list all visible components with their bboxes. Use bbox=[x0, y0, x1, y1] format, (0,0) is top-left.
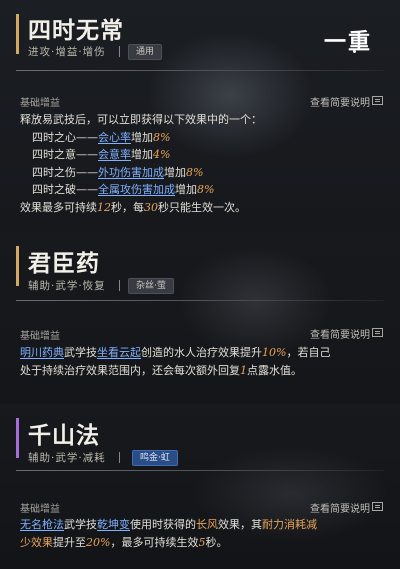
effect-mid: 增加 bbox=[164, 165, 186, 179]
effect-prefix: 四时之伤—— bbox=[32, 165, 98, 179]
header-divider bbox=[16, 70, 384, 71]
effect-highlight: 长风 bbox=[196, 518, 218, 531]
martial-art-link[interactable]: 无名枪法 bbox=[20, 518, 64, 531]
effect-prefix: 四时之心—— bbox=[32, 130, 98, 144]
brief-icon[interactable] bbox=[372, 328, 383, 337]
duration-value: 12 bbox=[97, 200, 111, 214]
desc-text: 效果，其 bbox=[218, 518, 262, 531]
title-accent-bar bbox=[16, 418, 19, 458]
effect-value: 4% bbox=[153, 148, 171, 161]
header-divider bbox=[16, 470, 384, 471]
skill-title: 千山法 bbox=[28, 422, 100, 449]
desc-text: 处于持续治疗效果范围内，还会每次额外回复 bbox=[20, 363, 240, 377]
effect-prefix: 四时之意—— bbox=[32, 148, 98, 161]
desc-text: 武学技 bbox=[64, 346, 97, 359]
skill-link[interactable]: 坐看云起 bbox=[97, 346, 141, 359]
brief-icon[interactable] bbox=[372, 502, 383, 511]
cooldown-value: 30 bbox=[144, 200, 158, 214]
skill-description: 明川药典武学技坐看云起创造的水人治疗效果提升10%，若自己 处于持续治疗效果范围… bbox=[20, 344, 330, 379]
title-accent-bar bbox=[16, 14, 19, 54]
desc-text: 效果最多可持续 bbox=[20, 200, 97, 214]
effect-value: 8% bbox=[153, 130, 171, 144]
tag-separator bbox=[119, 280, 120, 291]
effect-stat-link[interactable]: 全属攻伤害加成 bbox=[98, 183, 175, 196]
desc-line: 少效果提升至20%，最多可持续生效5秒。 bbox=[20, 534, 317, 552]
skill-card-3: 千山法 辅助·武学·减耗 鸣金·虹 基础增益 查看简要说明 无名枪法武学技乾坤变… bbox=[0, 404, 400, 569]
desc-text: 武学技 bbox=[64, 518, 97, 531]
desc-line: 处于持续治疗效果范围内，还会每次额外回复1点露水值。 bbox=[20, 362, 330, 380]
desc-text: 使用时获得的 bbox=[130, 518, 196, 531]
skill-title: 四时无常 bbox=[28, 17, 124, 44]
desc-tail: 效果最多可持续12秒，每30秒只能生效一次。 bbox=[20, 199, 262, 217]
martial-art-link[interactable]: 明川药典 bbox=[20, 346, 64, 359]
effect-item: 四时之破——全属攻伤害加成增加8% bbox=[20, 181, 262, 199]
effect-stat-link[interactable]: 外功伤害加成 bbox=[98, 166, 164, 179]
view-brief-link[interactable]: 查看简要说明 bbox=[310, 326, 370, 341]
effect-stat-link[interactable]: 会意率 bbox=[98, 148, 131, 161]
desc-text: 点露水值。 bbox=[247, 363, 302, 377]
effect-stat-link[interactable]: 会心率 bbox=[98, 131, 131, 144]
brief-icon[interactable] bbox=[372, 96, 383, 105]
tag-separator bbox=[119, 452, 120, 463]
bonus-value: 20% bbox=[86, 535, 111, 549]
desc-text: 提升至 bbox=[53, 535, 86, 549]
skill-tags: 辅助·武学·恢复 bbox=[28, 280, 106, 292]
skill-description: 释放易武技后，可以立即获得以下效果中的一个： 四时之心——会心率增加8% 四时之… bbox=[20, 111, 262, 216]
section-label: 基础增益 bbox=[20, 504, 60, 515]
desc-intro: 释放易武技后，可以立即获得以下效果中的一个： bbox=[20, 113, 262, 126]
section-label: 基础增益 bbox=[20, 98, 60, 109]
skill-level: 一重 bbox=[323, 29, 372, 55]
effect-item: 四时之伤——外功伤害加成增加8% bbox=[20, 164, 262, 182]
desc-text: 秒，每 bbox=[111, 200, 144, 214]
skill-title: 君臣药 bbox=[28, 250, 100, 277]
effect-value: 8% bbox=[197, 183, 215, 196]
level-dot bbox=[353, 50, 356, 53]
effect-mid: 增加 bbox=[131, 130, 153, 144]
skill-badge: 鸣金·虹 bbox=[132, 450, 178, 466]
skill-tags: 进攻·增益·增伤 bbox=[28, 46, 106, 58]
effect-item: 四时之心——会心率增加8% bbox=[20, 129, 262, 147]
bonus-value: 1 bbox=[240, 363, 247, 377]
header-divider bbox=[16, 300, 384, 301]
skill-description: 无名枪法武学技乾坤变使用时获得的长风效果，其耐力消耗减 少效果提升至20%，最多… bbox=[20, 516, 317, 551]
view-brief-link[interactable]: 查看简要说明 bbox=[310, 500, 370, 515]
effect-value: 8% bbox=[186, 165, 204, 179]
skill-link[interactable]: 乾坤变 bbox=[97, 518, 130, 531]
section-label: 基础增益 bbox=[20, 331, 60, 342]
skill-card-2: 君臣药 辅助·武学·恢复 杂丝·萤 基础增益 查看简要说明 明川药典武学技坐看云… bbox=[0, 232, 400, 404]
effect-mid: 增加 bbox=[175, 183, 197, 196]
effect-highlight: 少效果 bbox=[20, 535, 53, 549]
skill-tags: 辅助·武学·减耗 bbox=[28, 452, 106, 464]
desc-line: 明川药典武学技坐看云起创造的水人治疗效果提升10%，若自己 bbox=[20, 344, 330, 362]
effect-item: 四时之意——会意率增加4% bbox=[20, 146, 262, 164]
title-accent-bar bbox=[16, 246, 19, 286]
desc-text: 秒。 bbox=[205, 535, 228, 549]
desc-text: 创造的水人治疗效果提升 bbox=[141, 346, 262, 359]
view-brief-link[interactable]: 查看简要说明 bbox=[310, 94, 370, 109]
skill-card-1: 四时无常 进攻·增益·增伤 通用 一重 基础增益 查看简要说明 释放易武技后，可… bbox=[0, 0, 400, 232]
bonus-value: 10% bbox=[262, 346, 287, 359]
skill-badge: 杂丝·萤 bbox=[128, 278, 174, 294]
desc-text: ，最多可持续生效 bbox=[110, 535, 199, 549]
tag-separator bbox=[119, 46, 120, 57]
desc-text: ，若自己 bbox=[286, 346, 331, 359]
effect-highlight: 耐力消耗减 bbox=[262, 518, 317, 531]
desc-text: 秒只能生效一次。 bbox=[158, 200, 246, 214]
skill-badge: 通用 bbox=[128, 44, 163, 60]
desc-line: 无名枪法武学技乾坤变使用时获得的长风效果，其耐力消耗减 bbox=[20, 516, 317, 534]
effect-prefix: 四时之破—— bbox=[32, 183, 98, 196]
effect-mid: 增加 bbox=[131, 148, 153, 161]
